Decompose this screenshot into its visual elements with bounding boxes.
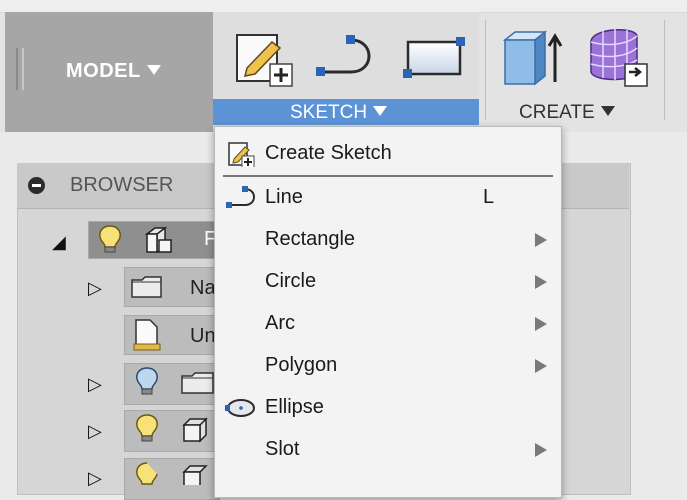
line-icon[interactable] bbox=[315, 34, 381, 82]
collapsed-triangle-icon[interactable]: ▷ bbox=[88, 374, 102, 395]
menu-item-shortcut: L bbox=[483, 186, 495, 208]
create-sketch-icon bbox=[228, 142, 255, 167]
toolbar-grip[interactable] bbox=[16, 48, 18, 90]
menu-item-label: Rectangle bbox=[265, 228, 356, 250]
lightbulb-icon[interactable] bbox=[134, 413, 160, 445]
menu-item-label: Create Sketch bbox=[265, 142, 392, 164]
menu-item-circle[interactable]: Circle bbox=[215, 261, 561, 303]
create-menu-label[interactable]: CREATE bbox=[519, 102, 615, 124]
chevron-down-icon bbox=[146, 65, 161, 75]
ellipse-icon bbox=[225, 399, 255, 417]
folder-icon bbox=[131, 276, 162, 298]
toolbar-separator bbox=[485, 20, 486, 120]
toolbar-grip-highlight bbox=[22, 48, 24, 90]
lightbulb-icon[interactable] bbox=[134, 366, 160, 398]
collapsed-triangle-icon[interactable]: ▷ bbox=[88, 278, 102, 299]
menu-item-label: Circle bbox=[265, 270, 317, 292]
collapsed-triangle-icon[interactable]: ▷ bbox=[88, 421, 102, 442]
browser-title: BROWSER bbox=[70, 174, 174, 196]
menu-item-label: Polygon bbox=[265, 354, 338, 376]
chevron-down-icon bbox=[373, 106, 388, 116]
submenu-arrow-icon bbox=[535, 317, 547, 331]
toolbar-separator bbox=[664, 20, 665, 120]
menu-item-label: Slot bbox=[265, 438, 300, 460]
browser-row-units-label[interactable]: Un bbox=[190, 325, 216, 348]
submenu-arrow-icon bbox=[535, 275, 547, 289]
lightbulb-icon[interactable] bbox=[134, 461, 160, 485]
submenu-arrow-icon bbox=[535, 443, 547, 457]
folder-icon bbox=[181, 372, 214, 394]
menu-item-polygon[interactable]: Polygon bbox=[215, 345, 561, 387]
browser-row-named-views-label[interactable]: Na bbox=[190, 277, 216, 300]
line-icon bbox=[226, 186, 255, 208]
sketch-menu-label[interactable]: SKETCH bbox=[290, 102, 388, 124]
expanded-triangle-icon[interactable]: ◢ bbox=[52, 232, 66, 253]
submenu-arrow-icon bbox=[535, 233, 547, 247]
component-icon bbox=[144, 226, 172, 254]
extrude-icon[interactable] bbox=[501, 28, 563, 88]
menu-item-line[interactable]: Line L bbox=[215, 177, 561, 219]
menu-item-label: Ellipse bbox=[265, 396, 324, 418]
submenu-arrow-icon bbox=[535, 359, 547, 373]
menu-item-label: Line bbox=[265, 186, 303, 208]
sketch-dropdown-menu: Create Sketch Line L Rectangle Circle Ar… bbox=[214, 126, 562, 498]
create-sketch-icon[interactable] bbox=[232, 30, 294, 88]
menu-item-create-sketch[interactable]: Create Sketch bbox=[215, 133, 561, 175]
menu-item-slot[interactable]: Slot bbox=[215, 429, 561, 471]
form-icon[interactable] bbox=[585, 24, 651, 88]
menu-item-label: Arc bbox=[265, 312, 295, 334]
collapse-panel-icon[interactable] bbox=[28, 177, 45, 194]
body-icon bbox=[182, 417, 208, 443]
lightbulb-icon[interactable] bbox=[97, 224, 123, 254]
menu-item-rectangle[interactable]: Rectangle bbox=[215, 219, 561, 261]
units-doc-icon bbox=[133, 319, 161, 351]
collapsed-triangle-icon[interactable]: ▷ bbox=[88, 468, 102, 489]
menu-item-arc[interactable]: Arc bbox=[215, 303, 561, 345]
rectangle-icon[interactable] bbox=[402, 36, 466, 80]
model-workspace-label[interactable]: MODEL bbox=[66, 60, 161, 83]
chevron-down-icon bbox=[600, 106, 615, 116]
menu-item-ellipse[interactable]: Ellipse bbox=[215, 387, 561, 429]
body-icon bbox=[182, 465, 208, 485]
